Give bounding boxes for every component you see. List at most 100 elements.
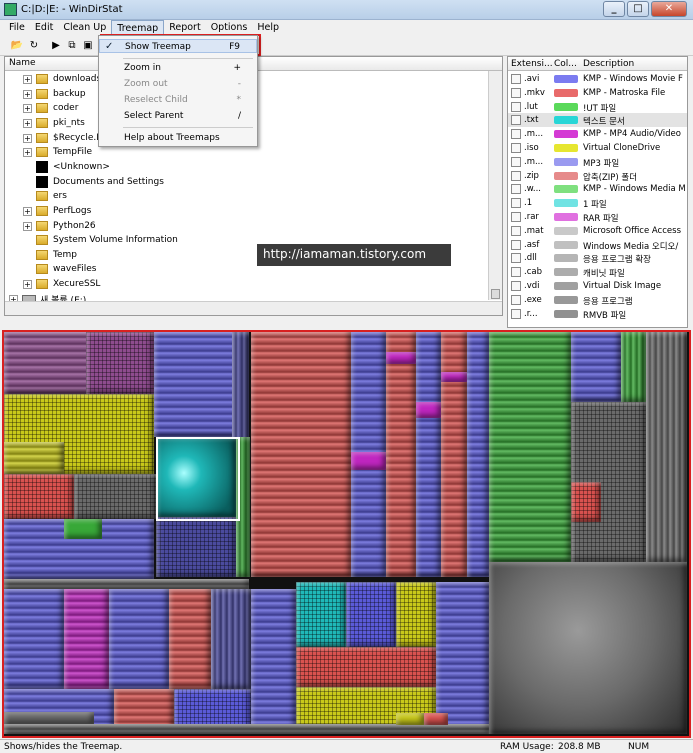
treemap-tile[interactable] [489,562,687,734]
expand-icon[interactable]: + [23,221,32,231]
treemap-tile[interactable] [109,589,169,689]
treemap-tile[interactable] [621,332,646,402]
menu-item-help-treemaps[interactable]: Help about Treemaps [99,131,257,145]
treemap-tile[interactable] [4,589,64,689]
extension-row[interactable]: .vdi Virtual Disk Image [508,279,687,293]
minimize-button[interactable]: _ [603,1,625,17]
expand-icon[interactable]: + [23,118,32,128]
tree-row[interactable]: System Volume Information [36,233,178,247]
tree-vertical-scrollbar[interactable] [488,71,502,300]
treemap-tile[interactable] [74,474,156,519]
treemap-tile[interactable] [436,582,489,734]
expand-icon[interactable]: + [23,206,32,216]
treemap-tile[interactable] [571,482,601,522]
treemap-tile[interactable] [251,589,296,734]
tree-row[interactable]: + pki_nts [23,116,85,130]
tree-row[interactable]: + PerfLogs [23,204,91,218]
tree-row[interactable]: <Unknown> [36,160,110,174]
treemap-tile[interactable] [64,589,109,689]
extension-row[interactable]: .txt 텍스트 문서 [508,113,687,128]
tree-row[interactable]: ers [36,189,67,203]
play-icon[interactable]: ▶ [49,39,63,52]
extension-row[interactable]: .zip 압축(ZIP) 폴더 [508,169,687,183]
treemap-tile[interactable] [396,582,436,647]
maximize-button[interactable]: □ [627,1,649,17]
menu-item-zoom-in[interactable]: Zoom in + [99,61,257,75]
extension-row[interactable]: .cab 캐비닛 파일 [508,265,687,279]
tree-row[interactable]: Temp [36,248,77,262]
tree-row[interactable]: waveFiles [36,262,97,276]
tree-row[interactable]: + TempFile [23,145,92,159]
treemap-tile[interactable] [351,452,386,470]
tree-row[interactable]: Documents and Settings [36,175,164,189]
extension-row[interactable]: .1 1 파일 [508,196,687,210]
extension-row[interactable]: .dll 응용 프로그램 확장 [508,251,687,265]
treemap-tile[interactable] [296,582,346,647]
explorer-icon[interactable]: ▣ [81,39,95,52]
copy-icon[interactable]: ⧉ [65,39,79,52]
extension-row[interactable]: .w... KMP - Windows Media M [508,182,687,196]
expand-icon[interactable]: + [23,147,32,157]
treemap-view[interactable] [2,330,691,738]
extension-row[interactable]: .m... KMP - MP4 Audio/Video [508,127,687,141]
treemap-tile[interactable] [441,332,467,577]
tree-row[interactable]: + Python26 [23,219,96,233]
extension-list[interactable]: Extensi... Col... Description .avi KMP - … [507,56,688,328]
treemap-tile[interactable] [169,589,211,689]
treemap-tile[interactable] [386,352,416,364]
col-extension[interactable]: Extensi... [511,59,553,69]
tree-row[interactable]: + downloads [23,72,101,86]
treemap-tile[interactable] [64,519,102,539]
col-description[interactable]: Description [583,59,634,69]
treemap-tile[interactable] [86,332,154,394]
treemap-tile[interactable] [211,589,251,689]
tree-row[interactable]: + backup [23,87,86,101]
treemap-tile[interactable] [416,332,441,577]
extension-row[interactable]: .r... RMVB 파일 [508,307,687,321]
extension-row[interactable]: .lut !UT 파일 [508,100,687,114]
treemap-tile[interactable] [386,332,416,577]
treemap-tile[interactable] [396,713,424,725]
refresh-icon[interactable]: ↻ [27,39,41,52]
menu-item-zoom-out[interactable]: Zoom out - [99,77,257,91]
extension-row[interactable]: .asf Windows Media 오디오/ [508,238,687,252]
menu-edit[interactable]: Edit [30,20,58,36]
menu-file[interactable]: File [4,20,30,36]
extension-row[interactable]: .mkv KMP - Matroska File [508,86,687,100]
tree-row[interactable]: + XecureSSL [23,277,100,291]
treemap-tile[interactable] [441,372,467,382]
extension-row[interactable]: .rar RAR 파일 [508,210,687,224]
expand-icon[interactable]: + [23,103,32,113]
treemap-tile[interactable] [4,474,74,519]
col-color[interactable]: Col... [554,59,577,69]
tree-horizontal-scrollbar[interactable] [5,301,502,315]
extension-row[interactable]: .mat Microsoft Office Access [508,224,687,238]
treemap-tile[interactable] [4,442,64,474]
expand-icon[interactable]: + [23,133,32,143]
open-folder-icon[interactable]: 📂 [10,39,24,52]
close-button[interactable]: ✕ [651,1,687,17]
expand-icon[interactable]: + [23,89,32,99]
treemap-tile[interactable] [646,332,687,562]
treemap-tile[interactable] [4,712,94,724]
extension-row[interactable]: .iso Virtual CloneDrive [508,141,687,155]
menu-item-show-treemap[interactable]: ✓ Show Treemap F9 [99,39,257,53]
treemap-tile[interactable] [156,517,236,577]
extension-row[interactable]: .exe 응용 프로그램 [508,293,687,307]
treemap-tile[interactable] [4,724,489,734]
menu-item-select-parent[interactable]: Select Parent / [99,109,257,123]
treemap-tile[interactable] [4,579,249,589]
treemap-tile[interactable] [571,332,621,402]
treemap-tile[interactable] [346,582,396,647]
treemap-tile[interactable] [489,332,571,562]
treemap-tile[interactable] [416,402,441,418]
treemap-tile[interactable] [251,332,351,577]
tree-row[interactable]: + coder [23,101,78,115]
extension-row[interactable]: .m... MP3 파일 [508,155,687,169]
scroll-thumb[interactable] [491,289,500,299]
extension-row[interactable]: .avi KMP - Windows Movie F [508,72,687,86]
expand-icon[interactable]: + [23,74,32,84]
menu-item-reselect-child[interactable]: Reselect Child * [99,93,257,107]
treemap-tile[interactable] [467,332,489,577]
expand-icon[interactable]: + [23,279,32,289]
